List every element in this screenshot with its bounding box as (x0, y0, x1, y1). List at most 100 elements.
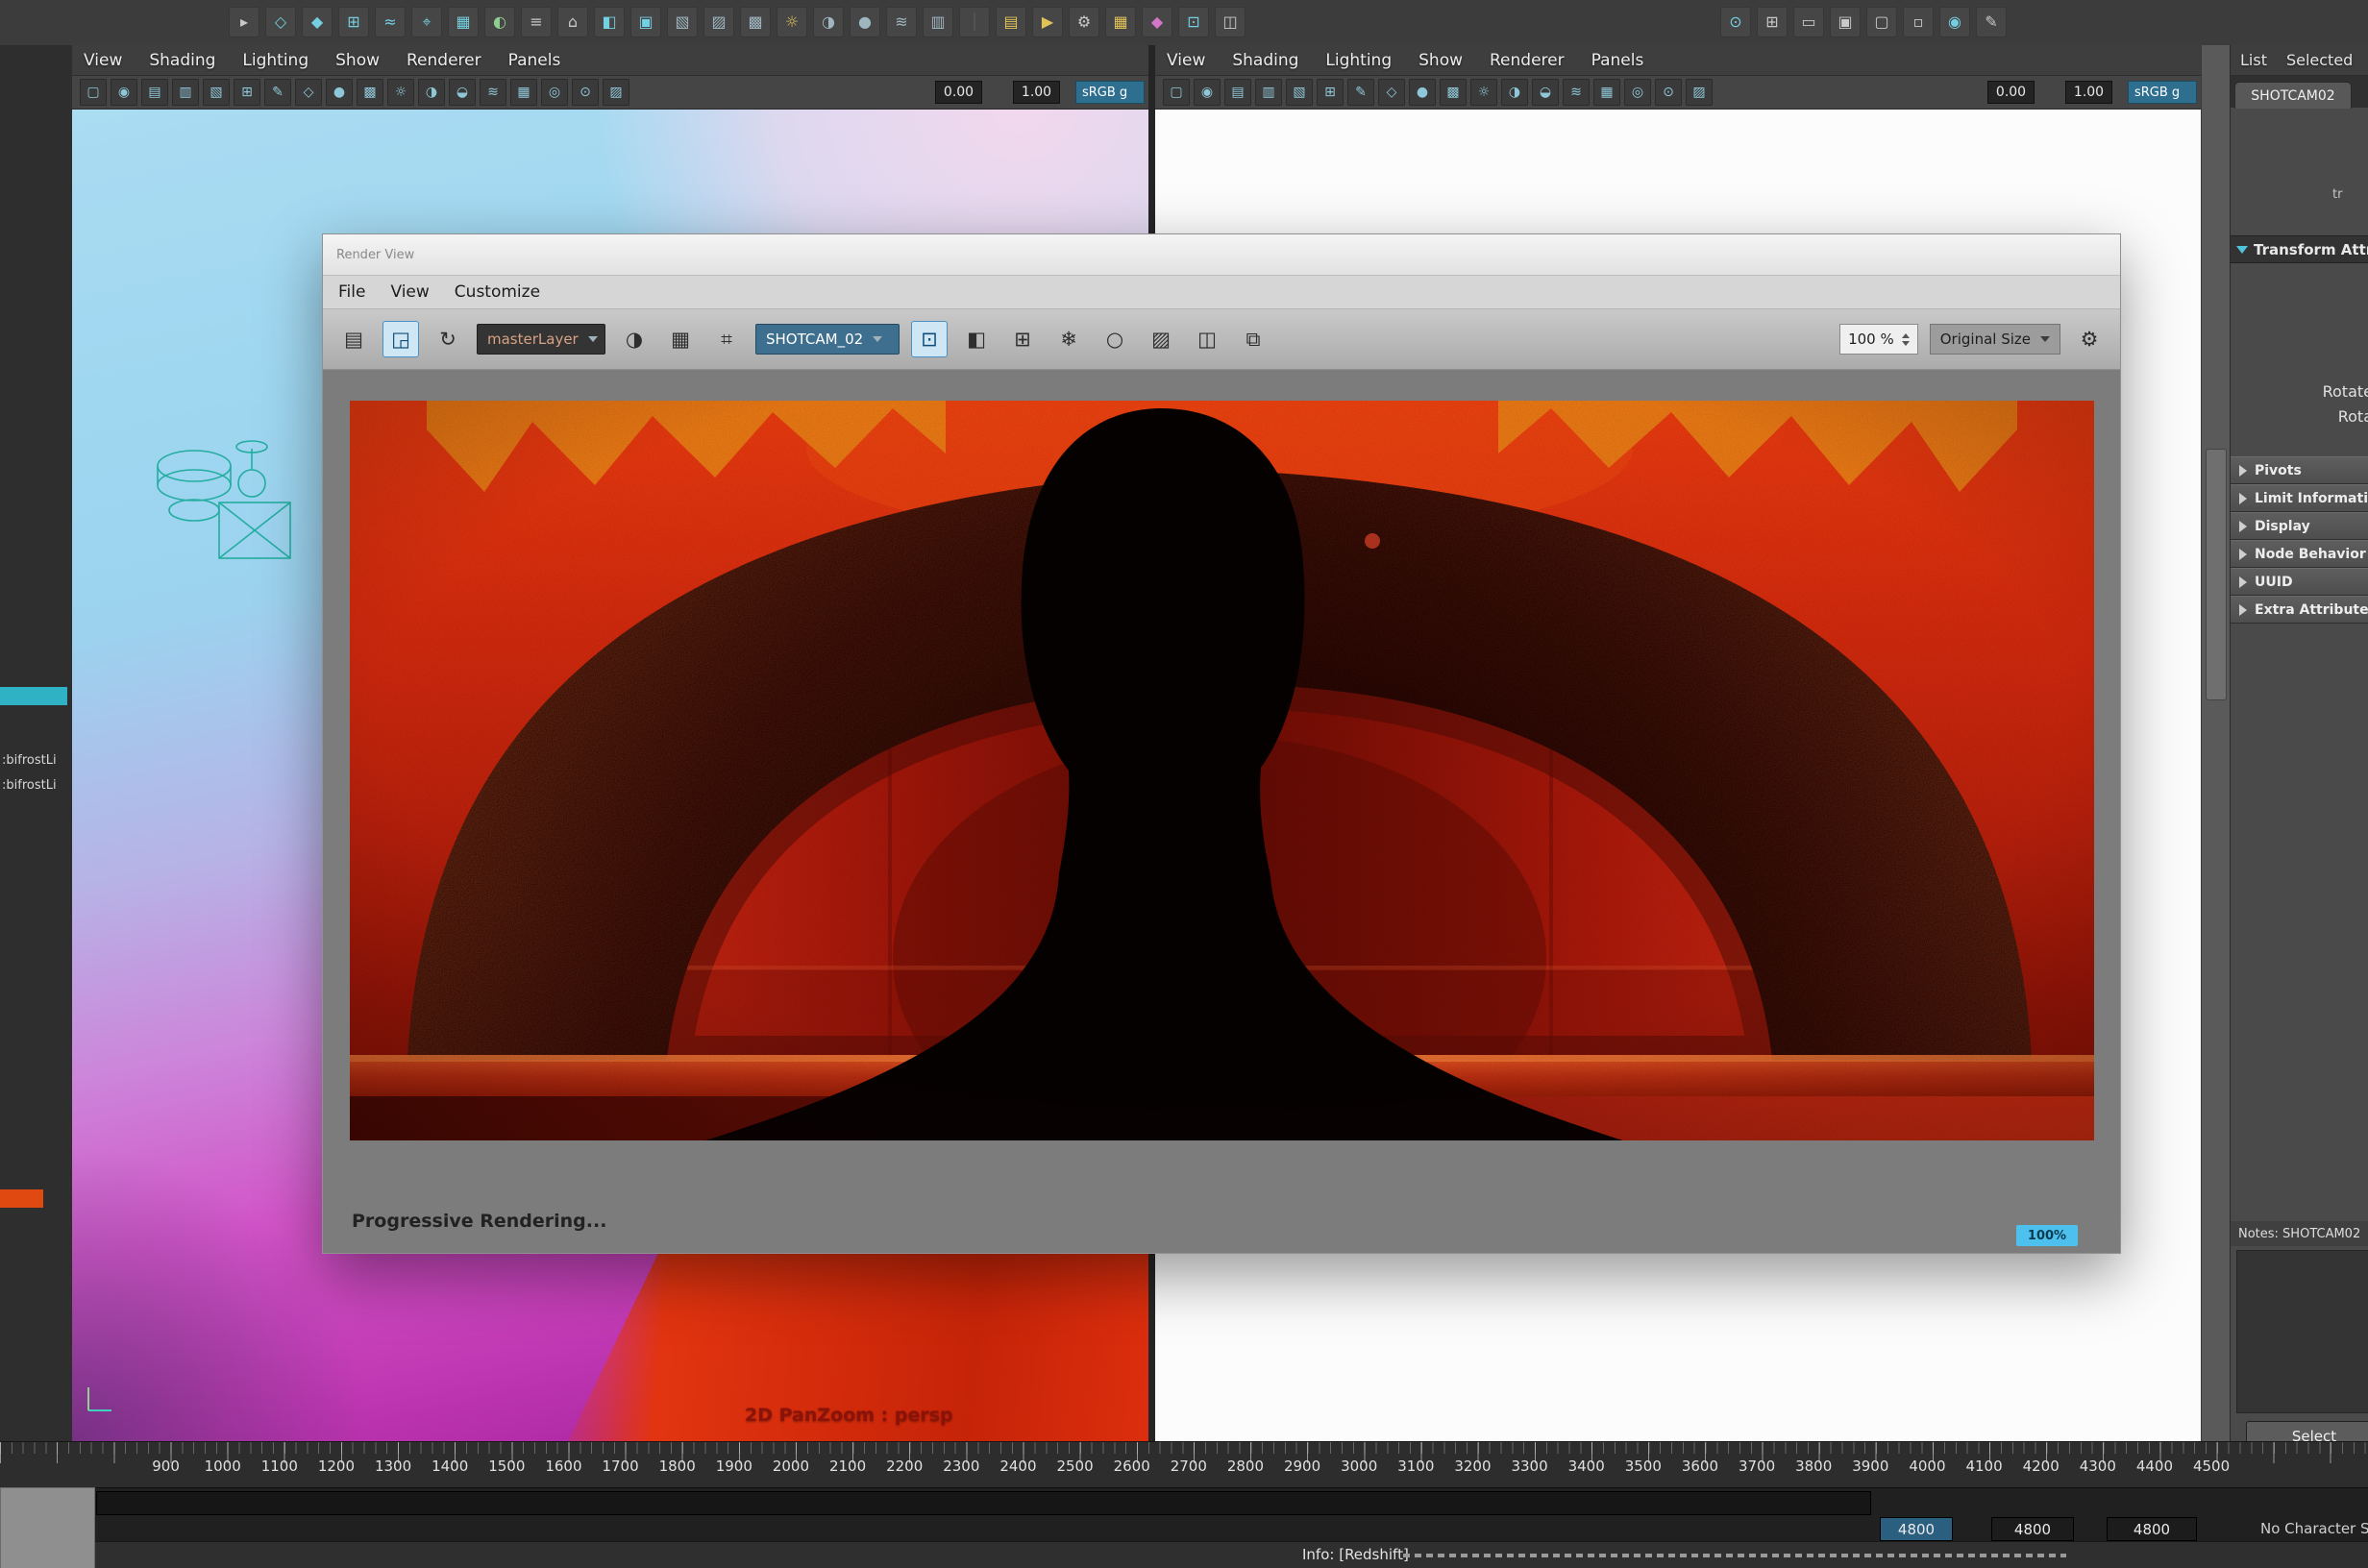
save-image-icon[interactable]: ◫ (1190, 322, 1224, 356)
render-view-menu-item[interactable]: Customize (455, 282, 540, 302)
construction-plane-icon[interactable]: ⌂ (557, 7, 588, 37)
tab-shotcam02[interactable]: SHOTCAM02 (2234, 82, 2352, 109)
refresh-icon[interactable]: ↻ (431, 322, 465, 356)
render-view-menu-item[interactable]: File (338, 282, 365, 302)
lights-mode-icon[interactable]: ☼ (1470, 79, 1497, 106)
textured-mode-icon[interactable]: ▩ (1440, 79, 1467, 106)
end-frame-field[interactable]: 4800 (2107, 1517, 2197, 1541)
viewport-menu-item[interactable]: Renderer (407, 51, 481, 70)
display-1to1-icon[interactable]: ⊡ (911, 321, 948, 357)
multisample-mode-icon[interactable]: ▦ (510, 79, 537, 106)
bookmarks-icon[interactable]: ▥ (1255, 79, 1282, 106)
multisample-icon[interactable]: ▥ (923, 7, 953, 37)
outliner-item[interactable]: :bifrostLi (2, 778, 57, 793)
outliner-item[interactable]: :bifrostLi (2, 753, 57, 768)
motion-blur-mode-icon[interactable]: ≋ (1563, 79, 1590, 106)
colorspace-dropdown[interactable]: sRGB g (2128, 81, 2197, 104)
snap-plane-icon[interactable]: ▦ (448, 7, 479, 37)
wireframe-rig[interactable] (144, 429, 327, 593)
viewport-menu-item[interactable]: Shading (1232, 51, 1298, 70)
attribute-section-header[interactable]: Display (2230, 512, 2368, 540)
smooth-shade-icon[interactable]: ● (326, 79, 353, 106)
ipr-render-icon[interactable]: ▶ (1032, 7, 1063, 37)
snapshot-icon[interactable]: ◲ (382, 321, 419, 357)
history-toggle-icon[interactable]: ≡ (521, 7, 552, 37)
viewport-menu-item[interactable]: Renderer (1490, 51, 1565, 70)
attribute-section-header[interactable]: UUID (2230, 568, 2368, 596)
shadows-icon[interactable]: ◑ (813, 7, 844, 37)
camera-attributes-icon[interactable]: ▤ (141, 79, 168, 106)
render-sequence-icon[interactable]: ▦ (1105, 7, 1136, 37)
outliner-selection-bar[interactable] (0, 687, 67, 705)
gear-icon[interactable]: ⚙ (2072, 322, 2107, 356)
isolate-icon[interactable]: ⊙ (572, 79, 599, 106)
smooth-shade-icon[interactable]: ● (1409, 79, 1436, 106)
xray-icon[interactable]: ▨ (1686, 79, 1713, 106)
select-button[interactable]: Select (2246, 1421, 2368, 1441)
highlight-selection-icon[interactable]: ▣ (630, 7, 661, 37)
scrollbar-handle[interactable] (2206, 449, 2227, 700)
viewport-menu-item[interactable]: Show (335, 51, 380, 70)
grid-overlay-icon[interactable]: ⊞ (1005, 322, 1040, 356)
spinner-arrows-icon[interactable] (1902, 333, 1910, 346)
attribute-editor-menu-item[interactable]: List (2240, 51, 2267, 69)
viewport-menu-item[interactable]: Lighting (1325, 51, 1392, 70)
range-slider[interactable] (96, 1491, 1871, 1515)
bookmarks-icon[interactable]: ▥ (172, 79, 199, 106)
grease-pencil-icon[interactable]: ✎ (1347, 79, 1374, 106)
viewport-menu-item[interactable]: Panels (508, 51, 561, 70)
timeline-corner-box[interactable] (0, 1487, 95, 1568)
time-slider[interactable]: 900 1000 1100 1200 1300 1400 1500 1600 1… (0, 1441, 2368, 1488)
motion-blur-mode-icon[interactable]: ≋ (480, 79, 506, 106)
safe-action-icon[interactable]: ▢ (1866, 7, 1897, 37)
attribute-section-header[interactable]: Pivots (2230, 456, 2368, 484)
gamma-field[interactable]: 1.00 (2065, 81, 2112, 104)
gamma-field[interactable]: 1.00 (1013, 81, 1060, 104)
viewport-menu-item[interactable]: Lighting (242, 51, 308, 70)
motion-blur-icon[interactable]: ≋ (886, 7, 917, 37)
snap-point-icon[interactable]: ⌖ (411, 7, 442, 37)
render-settings-icon[interactable]: ⚙ (1069, 7, 1099, 37)
camera-select-icon[interactable]: ▢ (1163, 79, 1190, 106)
render-icon[interactable]: ▤ (336, 322, 371, 356)
lock-camera-icon[interactable]: ◉ (111, 79, 137, 106)
attribute-section-header[interactable]: Node Behavior (2230, 540, 2368, 568)
occlusion-mode-icon[interactable]: ◒ (449, 79, 476, 106)
transform-attributes-header[interactable]: Transform Attr (2231, 235, 2368, 263)
isolate-select-icon[interactable]: ⊙ (1720, 7, 1751, 37)
command-line-bar[interactable]: Info: [Redshift] (0, 1541, 2368, 1568)
multisample-mode-icon[interactable]: ▦ (1593, 79, 1620, 106)
circle-mask-icon[interactable]: ○ (1098, 322, 1132, 356)
image-plane-icon[interactable]: ▧ (1286, 79, 1313, 106)
end-frame-field[interactable]: 4800 (1991, 1517, 2074, 1541)
render-region-icon[interactable]: ⌗ (709, 322, 744, 356)
gate-mask-icon[interactable]: ▣ (1830, 7, 1861, 37)
make-live-icon[interactable]: ◐ (484, 7, 515, 37)
camera-attributes-icon[interactable]: ▤ (1224, 79, 1251, 106)
field-chart-icon[interactable]: ⊞ (1757, 7, 1788, 37)
snowflake-icon[interactable]: ❄ (1051, 322, 1086, 356)
rgb-channel-icon[interactable]: ◑ (617, 322, 652, 356)
occlusion-icon[interactable]: ● (850, 7, 880, 37)
pixel-grid-icon[interactable]: ▦ (663, 322, 698, 356)
image-plane-icon[interactable]: ▧ (203, 79, 230, 106)
render-layer-dropdown[interactable]: masterLayer (477, 324, 605, 355)
depth-of-field-icon[interactable]: ◎ (1624, 79, 1651, 106)
outliner-highlight-bar[interactable] (0, 1189, 43, 1208)
zoom-spinner[interactable]: 100 % (1839, 324, 1918, 355)
render-frame-icon[interactable]: ▤ (996, 7, 1026, 37)
select-hierarchy-icon[interactable]: ▸ (229, 7, 259, 37)
notes-textarea[interactable] (2236, 1250, 2368, 1413)
grease-pencil-icon[interactable]: ✎ (1976, 7, 2007, 37)
snap-grid-icon[interactable]: ⊞ (338, 7, 369, 37)
resolution-gate-icon[interactable]: ▭ (1793, 7, 1824, 37)
playblast-icon[interactable]: ◫ (1215, 7, 1246, 37)
pan-zoom-icon[interactable]: ⊞ (234, 79, 260, 106)
lock-camera-icon[interactable]: ◉ (1194, 79, 1221, 106)
textured-mode-icon[interactable]: ▩ (357, 79, 383, 106)
viewport-menu-item[interactable]: Panels (1591, 51, 1644, 70)
grease-pencil-icon[interactable]: ✎ (264, 79, 291, 106)
node-editor-icon[interactable]: ⊡ (1178, 7, 1209, 37)
depth-of-field-icon[interactable]: ◎ (541, 79, 568, 106)
separator-icon[interactable]: │ (959, 7, 990, 37)
